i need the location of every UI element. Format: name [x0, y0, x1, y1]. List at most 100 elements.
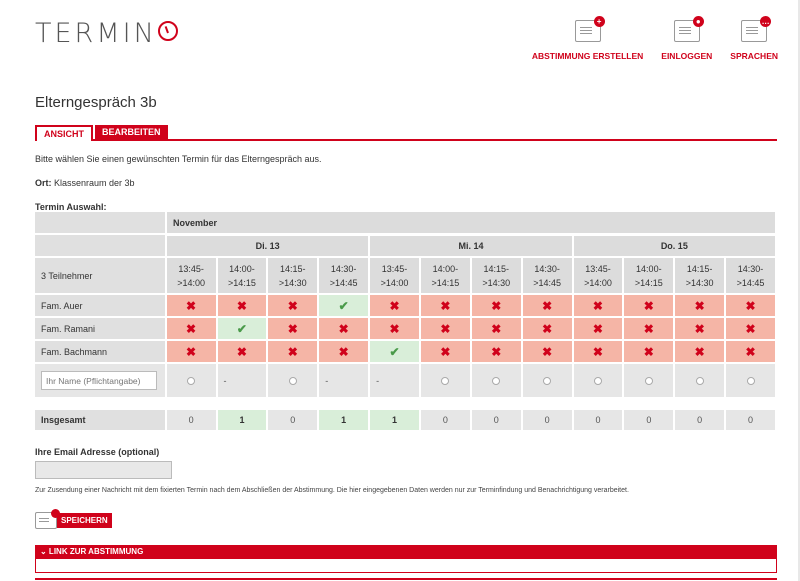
radio-button[interactable] — [492, 376, 501, 385]
nav-label: SPRACHEN — [730, 51, 778, 61]
slot-radio[interactable] — [522, 364, 572, 397]
location: Ort: Klassenraum der 3b — [35, 178, 135, 188]
corner-cell — [35, 212, 165, 233]
time-slot-header: 13:45- >14:00 — [573, 258, 623, 293]
slot-start: 14:15- — [483, 263, 509, 274]
cross-icon: ✖ — [420, 318, 470, 339]
slot-radio[interactable] — [471, 364, 521, 397]
slot-end: >14:15 — [431, 277, 460, 288]
participant-name: Fam. Ramani — [35, 318, 165, 339]
cross-icon: ✖ — [319, 341, 369, 362]
radio-button[interactable] — [187, 376, 196, 385]
page-title: Elterngespräch 3b — [35, 94, 157, 111]
radio-button[interactable] — [543, 376, 552, 385]
slot-end: >14:30 — [685, 277, 714, 288]
slot-radio[interactable] — [624, 364, 674, 397]
tab-edit[interactable]: BEARBEITEN — [95, 125, 168, 141]
slot-radio[interactable] — [726, 364, 775, 397]
time-slot-header: 14:00- >14:15 — [624, 258, 674, 293]
nav-login[interactable]: ● EINLOGGEN — [661, 16, 713, 61]
nav-create-poll[interactable]: + ABSTIMMUNG ERSTELLEN — [532, 16, 643, 61]
slot-radio[interactable] — [166, 364, 216, 397]
slot-start: 14:30- — [534, 263, 560, 274]
corner-cell — [35, 235, 165, 256]
radio-button[interactable] — [746, 376, 755, 385]
nav-label: EINLOGGEN — [661, 51, 713, 61]
participant-name: Fam. Bachmann — [35, 341, 165, 362]
email-field[interactable] — [35, 461, 172, 479]
cross-icon: ✖ — [370, 295, 419, 316]
participants-count: 3 Teilnehmer — [35, 258, 165, 293]
save-label: SPEICHERN — [57, 513, 112, 528]
radio-button[interactable] — [593, 376, 602, 385]
cross-icon: ✖ — [522, 295, 572, 316]
location-value: Klassenraum der 3b — [54, 178, 135, 188]
cross-icon: ✖ — [370, 318, 419, 339]
radio-button[interactable] — [644, 376, 653, 385]
slot-radio[interactable] — [268, 364, 318, 397]
participant-row: Fam. Auer ✖ ✖ ✖ ✔ ✖ ✖ ✖ ✖ ✖ ✖ ✖ ✖ — [35, 295, 775, 316]
total-count: 0 — [573, 410, 623, 430]
slot-unavailable: - — [217, 364, 267, 397]
cross-icon: ✖ — [217, 341, 267, 362]
slot-end: >14:00 — [584, 277, 612, 288]
name-cell — [35, 364, 165, 397]
total-count: 1 — [319, 410, 369, 430]
poll-link-panel — [35, 559, 777, 573]
check-icon: ✔ — [370, 341, 419, 362]
location-label: Ort: — [35, 178, 52, 188]
time-slot-header: 14:30- >14:45 — [726, 258, 775, 293]
cross-icon: ✖ — [471, 318, 521, 339]
slot-unavailable: - — [319, 364, 369, 397]
cross-icon: ✖ — [166, 341, 216, 362]
slot-start: 14:00- — [432, 263, 459, 274]
slot-row: 3 Teilnehmer 13:45- >14:00 14:00- >14:15 14:… — [35, 258, 775, 293]
cross-icon: ✖ — [166, 295, 216, 316]
total-count: 1 — [370, 410, 419, 430]
slot-end: >14:45 — [533, 277, 561, 288]
slot-end: >14:15 — [228, 277, 256, 288]
slot-end: >14:30 — [482, 277, 511, 288]
logo[interactable]: TERMINO — [35, 18, 178, 49]
total-count: 0 — [675, 410, 725, 430]
time-slot-header: 13:45- >14:00 — [370, 258, 419, 293]
nav-languages[interactable]: … SPRACHEN — [730, 16, 778, 61]
save-button[interactable]: SPEICHERN — [35, 509, 112, 529]
save-icon — [35, 509, 60, 529]
total-label: Insgesamt — [35, 410, 165, 430]
name-input[interactable] — [41, 371, 157, 390]
slot-start: 14:30- — [737, 263, 764, 274]
slot-end: >14:30 — [278, 277, 307, 288]
radio-button[interactable] — [695, 376, 704, 385]
slot-radio[interactable] — [675, 364, 725, 397]
cross-icon: ✖ — [726, 318, 775, 339]
cross-icon: ✖ — [675, 318, 725, 339]
slot-radio[interactable] — [420, 364, 470, 397]
total-count: 0 — [726, 410, 775, 430]
clock-icon — [157, 21, 178, 41]
total-count: 0 — [624, 410, 674, 430]
time-slot-header: 14:00- >14:15 — [217, 258, 267, 293]
slot-end: >14:45 — [736, 277, 765, 288]
radio-button[interactable] — [441, 376, 450, 385]
tab-bar: ANSICHT BEARBEITEN — [35, 125, 777, 141]
divider — [35, 578, 777, 580]
slot-radio[interactable] — [573, 364, 623, 397]
cross-icon: ✖ — [268, 318, 318, 339]
day-header: Di. 13 — [167, 235, 369, 256]
new-participant-row: --- — [35, 364, 775, 397]
tab-view[interactable]: ANSICHT — [35, 125, 93, 141]
day-header: Do. 15 — [573, 235, 775, 256]
cross-icon: ✖ — [217, 295, 267, 316]
login-icon: ● — [673, 16, 704, 42]
radio-button[interactable] — [288, 376, 297, 385]
selection-heading: Termin Auswahl: — [35, 202, 107, 212]
slot-start: 14:30- — [330, 263, 357, 274]
intro-text: Bitte wählen Sie einen gewünschten Termi… — [35, 154, 322, 164]
dash-text: - — [325, 375, 329, 386]
slot-start: 14:15- — [280, 263, 306, 274]
poll-link-toggle[interactable]: ⌄ LINK ZUR ABSTIMMUNG — [35, 545, 777, 559]
logo-text: TERMIN — [35, 18, 157, 49]
day-row: Di. 13 Mi. 14 Do. 15 — [35, 235, 775, 256]
participant-row: Fam. Bachmann ✖ ✖ ✖ ✖ ✔ ✖ ✖ ✖ ✖ ✖ ✖ ✖ — [35, 341, 775, 362]
